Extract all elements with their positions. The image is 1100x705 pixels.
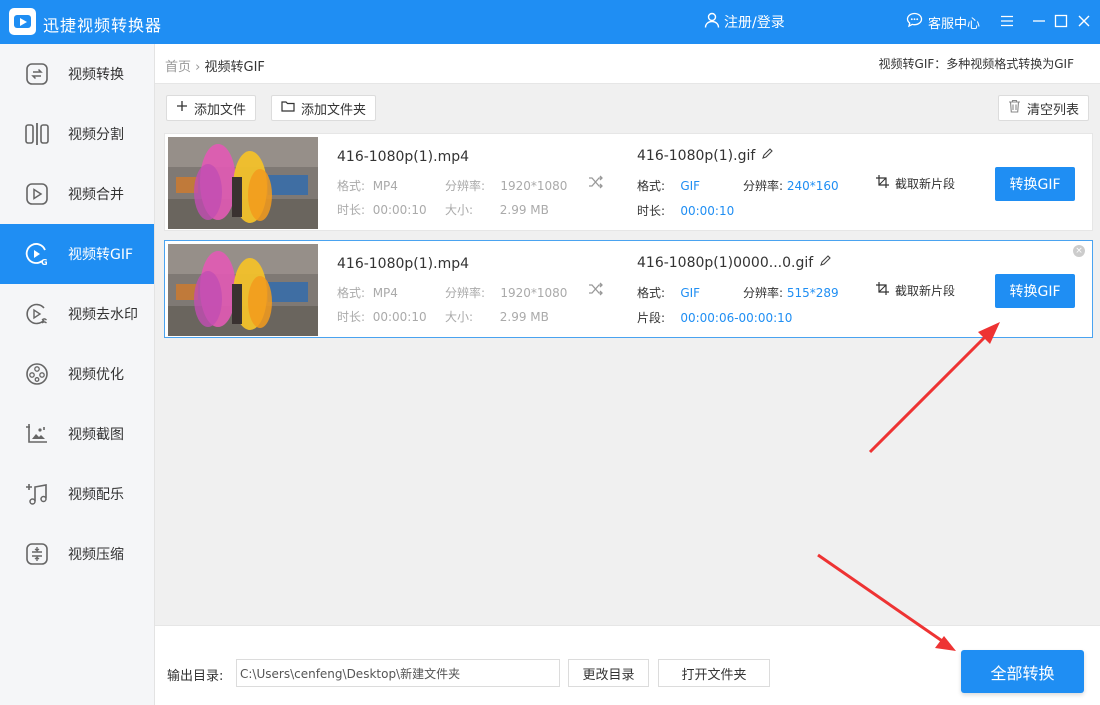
sidebar-item-label: 视频压缩 [68,547,124,563]
sidebar-item-video-optimize[interactable]: 视频优化 [0,344,154,404]
edit-name-icon[interactable] [761,148,774,164]
output-resolution[interactable]: 分辨率: 240*160 [743,177,839,194]
bottom-bar: 输出目录: 更改目录 打开文件夹 全部转换 [155,625,1100,705]
convert-arrow-icon [588,175,604,193]
remove-item-icon[interactable]: × [1073,245,1085,257]
breadcrumb-current: 视频转GIF [204,60,265,75]
output-dir-input[interactable] [236,659,560,687]
add-file-label: 添加文件 [194,102,247,118]
sidebar-item-video-screenshot[interactable]: 视频截图 [0,404,154,464]
add-folder-button[interactable]: 添加文件夹 [271,95,377,121]
edit-name-icon[interactable] [819,255,831,271]
source-duration: 时长: 00:00:10 [337,310,427,324]
breadcrumb-home[interactable]: 首页 [165,60,191,75]
video-thumbnail [168,137,318,229]
open-folder-button[interactable]: 打开文件夹 [658,659,770,687]
source-size: 大小: 2.99 MB [445,310,549,324]
sidebar-item-video-compress[interactable]: 视频压缩 [0,524,154,584]
sidebar-item-video-to-gif[interactable]: G 视频转GIF [0,224,154,284]
login-link[interactable]: 注册/登录 [704,12,785,32]
app-logo-icon [9,8,36,35]
change-dir-button[interactable]: 更改目录 [568,659,649,687]
source-file-name: 416-1080p(1).mp4 [337,256,470,272]
convert-icon [23,60,51,88]
merge-icon [23,180,51,208]
cut-segment-button[interactable]: 截取新片段 [875,174,955,192]
source-size: 大小: 2.99 MB [445,203,549,217]
file-item[interactable]: 416-1080p(1).mp4 格式: MP4 分辨率: 1920*1080 … [164,133,1093,231]
clear-list-button[interactable]: 清空列表 [998,95,1090,121]
page-description: 视频转GIF：多种视频格式转换为GIF [878,57,1074,71]
gif-icon: G [23,240,51,268]
sidebar-item-video-merge[interactable]: 视频合并 [0,164,154,224]
sidebar-item-label: 视频合并 [68,187,124,203]
convert-gif-button[interactable]: 转换GIF [995,274,1075,308]
output-format: 格式: GIF [637,286,701,300]
sidebar: 视频转换 视频分割 视频合并 G 视频转GIF 视频去水印 视频优化 视频截图 [0,44,155,705]
sidebar-item-video-convert[interactable]: 视频转换 [0,44,154,104]
sidebar-item-label: 视频截图 [68,427,124,443]
convert-all-button[interactable]: 全部转换 [961,650,1084,693]
menu-icon[interactable] [997,10,1017,32]
customer-service-link[interactable]: 客服中心 [906,12,980,32]
crop-icon [875,174,890,192]
maximize-icon[interactable] [1051,10,1071,32]
video-thumbnail [168,244,318,336]
add-file-button[interactable]: 添加文件 [166,95,257,121]
main-panel: 首页 › 视频转GIF 视频转GIF：多种视频格式转换为GIF 添加文件 添加文… [155,44,1100,705]
title-bar: 迅捷视频转换器 注册/登录 客服中心 [0,0,1100,44]
file-item[interactable]: 416-1080p(1).mp4 格式: MP4 分辨率: 1920*1080 … [164,240,1093,338]
convert-arrow-icon [588,282,604,300]
screenshot-icon [23,420,51,448]
breadcrumb: 首页 › 视频转GIF [165,56,265,75]
svg-text:G: G [41,258,48,267]
sidebar-item-label: 视频分割 [68,127,124,143]
compress-icon [23,540,51,568]
optimize-icon [23,360,51,388]
source-duration: 时长: 00:00:10 [337,203,427,217]
watermark-icon [23,300,51,328]
sidebar-item-label: 视频去水印 [68,307,138,323]
trash-icon [1008,99,1021,117]
source-resolution: 分辨率: 1920*1080 [445,179,568,193]
app-title: 迅捷视频转换器 [43,16,163,35]
split-icon [23,120,51,148]
sidebar-item-label: 视频优化 [68,367,124,383]
clear-list-label: 清空列表 [1027,102,1080,118]
source-format: 格式: MP4 [337,179,398,193]
login-label: 注册/登录 [724,15,785,31]
output-format: 格式: GIF [637,179,701,193]
minimize-icon[interactable] [1029,10,1049,32]
sidebar-item-video-music[interactable]: 视频配乐 [0,464,154,524]
output-duration: 时长: 00:00:10 [637,204,735,218]
sidebar-item-remove-watermark[interactable]: 视频去水印 [0,284,154,344]
output-dir-label: 输出目录: [167,669,224,684]
output-clip-range: 片段: 00:00:06-00:00:10 [637,311,793,325]
output-resolution[interactable]: 分辨率: 515*289 [743,284,839,301]
source-resolution: 分辨率: 1920*1080 [445,286,568,300]
output-file-name: 416-1080p(1).gif [637,148,774,164]
plus-icon [176,100,188,116]
chat-icon [906,12,923,32]
user-icon [704,12,720,32]
folder-icon [281,100,295,116]
add-folder-label: 添加文件夹 [301,102,367,118]
breadcrumb-separator: › [195,60,201,75]
sidebar-item-label: 视频配乐 [68,487,124,503]
sidebar-item-label: 视频转换 [68,67,124,83]
source-file-name: 416-1080p(1).mp4 [337,149,470,165]
close-icon[interactable] [1074,10,1094,32]
service-label: 客服中心 [928,16,981,32]
output-file-name: 416-1080p(1)0000...0.gif [637,255,831,271]
crop-icon [875,281,890,299]
cut-segment-button[interactable]: 截取新片段 [875,281,955,299]
source-format: 格式: MP4 [337,286,398,300]
breadcrumb-bar: 首页 › 视频转GIF 视频转GIF：多种视频格式转换为GIF [155,44,1100,84]
music-icon [23,480,51,508]
convert-gif-button[interactable]: 转换GIF [995,167,1075,201]
sidebar-item-video-split[interactable]: 视频分割 [0,104,154,164]
sidebar-item-label: 视频转GIF [68,247,134,263]
